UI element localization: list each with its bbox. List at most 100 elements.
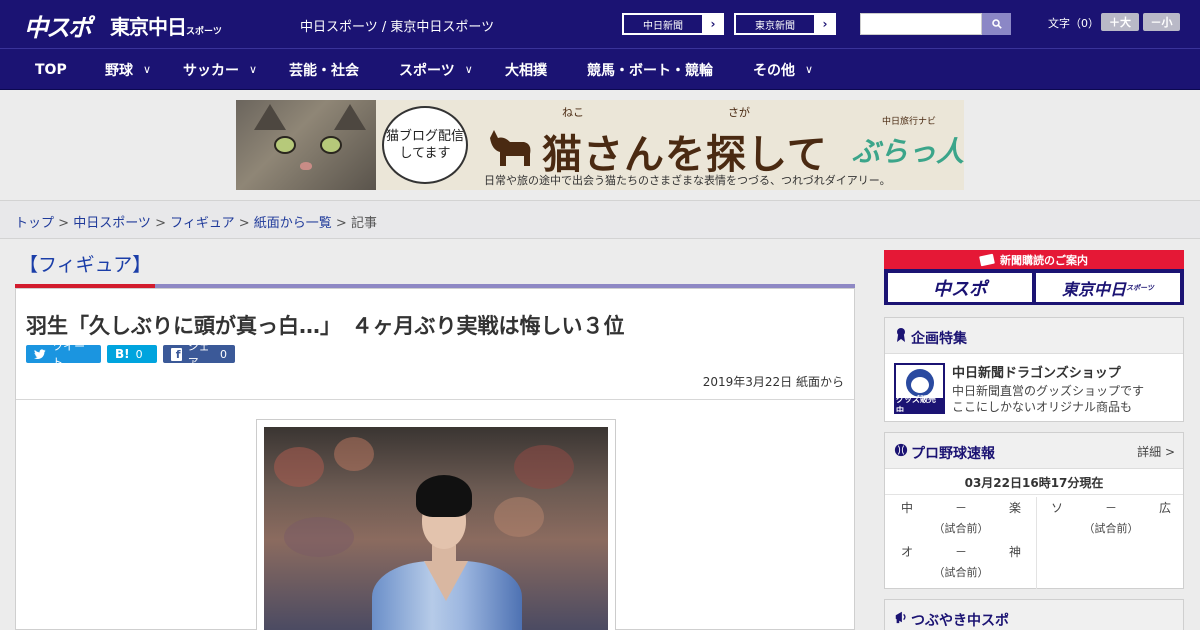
ribbon-icon — [897, 328, 905, 342]
hatena-count: 0 — [135, 347, 143, 361]
nav-item-soccer[interactable]: サッカー ∨ — [183, 49, 257, 90]
feature-panel: 企画特集 グッズ販売中 中日新聞ドラゴンズショップ 中日新聞直営のグッズショップ… — [884, 317, 1184, 422]
twitter-icon — [34, 348, 46, 359]
away-team: 神 — [1008, 544, 1021, 559]
feature-panel-header: 企画特集 — [885, 318, 1183, 354]
shop-title-link[interactable]: 中日新聞ドラゴンズショップ — [952, 362, 1121, 381]
game-score[interactable]: オ － 神 （試合前） — [901, 540, 1021, 584]
chunichi-link-button[interactable]: 中日新聞 › — [622, 13, 724, 35]
nav-item-baseball[interactable]: 野球 ∨ — [105, 49, 151, 90]
hatena-icon: B! — [115, 347, 130, 361]
tokyo-link-label: 東京新聞 — [735, 14, 815, 34]
subscribe-chuspo-button[interactable]: 中スポ — [888, 273, 1032, 302]
dragons-shop-logo[interactable]: グッズ販売中 — [894, 363, 945, 414]
font-bigger-button[interactable]: ＋大 — [1101, 13, 1139, 31]
game-status: （試合前） — [933, 522, 989, 535]
shop-label: グッズ販売中 — [896, 395, 943, 412]
banner-ruby-saga: さが — [728, 106, 750, 119]
home-team: 中 — [901, 500, 914, 515]
nav-item-label: TOP — [35, 61, 67, 78]
main-content: 【フィギュア】 羽生「久しぶりに頭が真っ白…」 ４ヶ月ぶり実戦は悔しい３位 ツイ… — [15, 239, 855, 630]
chevron-down-icon: ∨ — [464, 63, 473, 76]
article-date: 2019年3月22日 紙面から — [702, 375, 844, 389]
article-photo-frame — [256, 419, 616, 630]
score-panel-header: プロ野球速報 詳細 > — [885, 433, 1183, 469]
shop-description: ここにしかないオリジナル商品も — [952, 400, 1133, 414]
nav-item-label: 野球 — [105, 62, 133, 79]
score-separator: － — [954, 544, 967, 559]
chunichi-link-label: 中日新聞 — [623, 14, 703, 34]
chevron-down-icon: ∨ — [805, 63, 814, 76]
logo-chuspo[interactable]: 中スポ — [24, 8, 92, 43]
nav-item-label: 大相撲 — [505, 62, 547, 79]
game-status: （試合前） — [1083, 522, 1139, 535]
hatena-bookmark-button[interactable]: B! 0 — [107, 345, 157, 363]
nav-item-other[interactable]: その他 ∨ — [753, 49, 813, 90]
facebook-share-button[interactable]: f シェア 0 — [163, 340, 235, 369]
cat-silhouette-icon — [490, 130, 531, 166]
home-team: ソ — [1051, 500, 1064, 515]
chevron-down-icon: ∨ — [249, 63, 258, 76]
nav-item-entertainment[interactable]: 芸能・社会 — [289, 49, 359, 90]
breadcrumb-link-list[interactable]: 紙面から一覧 — [254, 216, 332, 231]
subscribe-tokyo-label: 東京中日 — [1062, 279, 1127, 299]
banner-brand: ぶらっ人 — [852, 135, 964, 168]
breadcrumb-link-figure[interactable]: フィギュア — [170, 216, 234, 231]
logo-tokyo-text: 東京中日 — [110, 15, 187, 39]
tweets-panel-title: つぶやき中スポ — [911, 613, 1009, 629]
nav-item-label: サッカー — [183, 62, 239, 79]
section-title: 【フィギュア】 — [19, 254, 152, 276]
logo-tokyo-small: スポーツ — [186, 27, 222, 37]
subscribe-tokyo-button[interactable]: 東京中日 スポーツ — [1036, 273, 1180, 302]
font-size-label: 文字（0） — [1048, 17, 1099, 30]
game-score[interactable]: ソ － 広 （試合前） — [1051, 496, 1171, 540]
article-photo[interactable] — [264, 427, 608, 630]
breadcrumb-link-top[interactable]: トップ — [15, 216, 54, 231]
banner-ruby-neko: ねこ — [562, 106, 584, 119]
banner-tag: 中日旅行ナビ — [882, 117, 937, 127]
font-smaller-button[interactable]: －小 — [1143, 13, 1180, 31]
banner-subtitle: 日常や旅の途中で出会う猫たちのさまざまな表情をつづる、つれづれダイアリー。 — [484, 174, 891, 187]
nav-item-racing[interactable]: 競馬・ボート・競輪 — [587, 49, 713, 90]
logo-tokyo-chunichi[interactable]: 東京中日スポーツ — [110, 11, 222, 40]
article-card: 羽生「久しぶりに頭が真っ白…」 ４ヶ月ぶり実戦は悔しい３位 ツイート B! 0 … — [15, 288, 855, 630]
score-panel-title: プロ野球速報 — [911, 446, 995, 462]
shop-description: 中日新聞直営のグッズショップです — [952, 384, 1145, 398]
cat-photo — [236, 100, 376, 190]
search-button[interactable] — [982, 13, 1011, 35]
tokyo-link-button[interactable]: 東京新聞 › — [734, 13, 836, 35]
speech-bubble: 猫ブログ配信してます — [382, 106, 468, 184]
score-timestamp: 03月22日16時17分現在 — [885, 471, 1183, 495]
nav-item-sumo[interactable]: 大相撲 — [505, 49, 547, 90]
away-team: 楽 — [1008, 500, 1021, 515]
baseball-score-panel: プロ野球速報 詳細 > 03月22日16時17分現在 中 － 楽 （試合前） ソ － 広… — [884, 432, 1184, 589]
home-team: オ — [901, 544, 914, 559]
score-separator: － — [1104, 500, 1117, 515]
breadcrumb-link-chunichi-sports[interactable]: 中日スポーツ — [73, 216, 151, 231]
chevron-right-icon: › — [822, 17, 828, 31]
nav-item-label: 芸能・社会 — [289, 62, 359, 79]
site-name: 中日スポーツ / 東京中日スポーツ — [300, 20, 495, 35]
breadcrumb: トップ > 中日スポーツ > フィギュア > 紙面から一覧 > 記事 — [15, 216, 377, 231]
chevron-right-icon: › — [710, 17, 716, 31]
megaphone-icon — [895, 611, 906, 624]
tweet-label: ツイート — [52, 340, 86, 369]
subscription-box: 新聞購読のご案内 中スポ 東京中日 スポーツ — [884, 250, 1184, 305]
game-score[interactable]: 中 － 楽 （試合前） — [901, 496, 1021, 540]
subscription-header-label: 新聞購読のご案内 — [1000, 253, 1088, 267]
nav-item-label: 競馬・ボート・競輪 — [587, 62, 713, 79]
nav-item-sports[interactable]: スポーツ ∨ — [399, 49, 473, 90]
article-divider — [16, 399, 854, 400]
game-status: （試合前） — [933, 566, 989, 579]
score-detail-link[interactable]: 詳細 > — [1137, 443, 1175, 460]
search-input[interactable] — [860, 13, 982, 35]
breadcrumb-bar: トップ > 中日スポーツ > フィギュア > 紙面から一覧 > 記事 — [0, 200, 1200, 239]
tweets-panel: つぶやき中スポ — [884, 599, 1184, 630]
search-icon — [991, 19, 1002, 29]
tweets-panel-header: つぶやき中スポ — [885, 600, 1183, 630]
main-nav: TOP 野球 ∨ サッカー ∨ 芸能・社会 スポーツ ∨ 大相撲 競馬・ボート・競輪 … — [0, 48, 1200, 90]
ad-banner[interactable]: 猫ブログ配信してます ねこ さが 猫さんを探して 中日旅行ナビ ぶらっ人 日常や… — [236, 100, 964, 190]
nav-item-top[interactable]: TOP — [35, 49, 67, 90]
nav-item-label: その他 — [753, 62, 795, 79]
tweet-button[interactable]: ツイート — [26, 340, 101, 369]
